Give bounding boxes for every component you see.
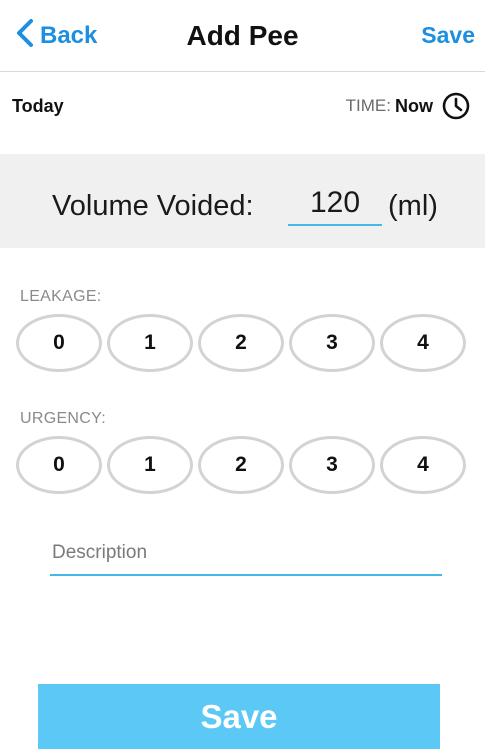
urgency-option-4[interactable]: 4: [380, 436, 466, 494]
clock-icon[interactable]: [441, 91, 471, 121]
urgency-option-0[interactable]: 0: [16, 436, 102, 494]
leakage-option-1[interactable]: 1: [107, 314, 193, 372]
navigation-bar: Back Add Pee Save: [0, 0, 485, 72]
leakage-option-4[interactable]: 4: [380, 314, 466, 372]
date-time-row: Today TIME: Now: [0, 90, 485, 122]
leakage-options: 0 1 2 3 4: [16, 314, 468, 372]
leakage-option-2[interactable]: 2: [198, 314, 284, 372]
description-input[interactable]: [50, 532, 442, 576]
urgency-option-1[interactable]: 1: [107, 436, 193, 494]
urgency-options: 0 1 2 3 4: [16, 436, 468, 494]
urgency-label: URGENCY:: [20, 410, 106, 427]
volume-input[interactable]: [288, 182, 382, 226]
date-label[interactable]: Today: [12, 96, 64, 117]
leakage-option-0[interactable]: 0: [16, 314, 102, 372]
urgency-option-2[interactable]: 2: [198, 436, 284, 494]
time-picker[interactable]: TIME: Now: [346, 90, 471, 122]
leakage-label: LEAKAGE:: [20, 288, 102, 305]
time-prefix: TIME:: [345, 96, 391, 115]
leakage-option-3[interactable]: 3: [289, 314, 375, 372]
save-button[interactable]: Save: [421, 22, 475, 49]
chevron-left-icon: [14, 18, 40, 55]
volume-label: Volume Voided:: [52, 190, 254, 222]
urgency-option-3[interactable]: 3: [289, 436, 375, 494]
back-label: Back: [40, 22, 98, 49]
volume-panel: Volume Voided: (ml): [0, 154, 485, 248]
volume-unit: (ml): [388, 190, 438, 222]
time-value: Now: [395, 95, 433, 116]
bottom-save-button[interactable]: Save: [38, 684, 440, 749]
back-button[interactable]: Back: [14, 18, 98, 55]
